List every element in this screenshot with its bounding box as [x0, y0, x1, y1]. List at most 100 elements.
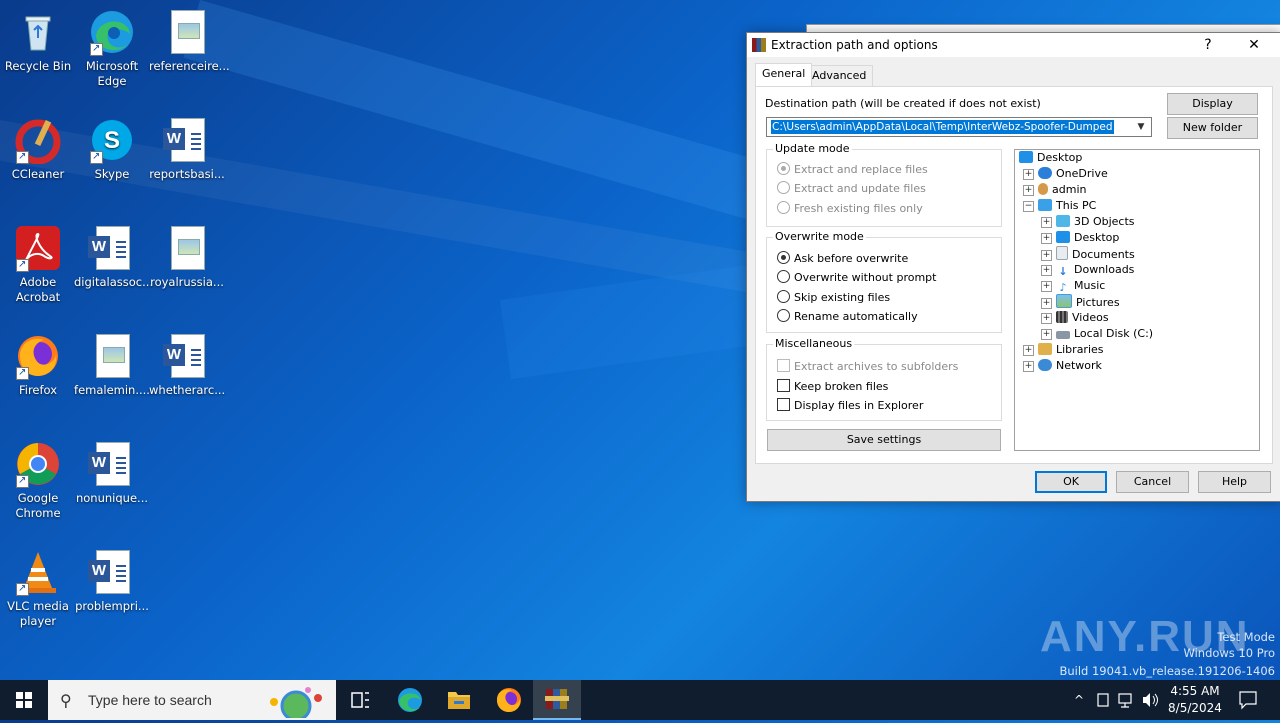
checkbox-icon: [777, 359, 790, 372]
desktop-icon-file[interactable]: royalrussia...: [149, 224, 225, 290]
ok-button[interactable]: OK: [1035, 471, 1107, 493]
tree-node-downloads[interactable]: + ↓ Downloads: [1041, 262, 1134, 278]
desktop-icon-file[interactable]: femalemin....: [74, 332, 150, 398]
tree-node-this-pc[interactable]: − This PC: [1023, 198, 1096, 214]
tree-node-network[interactable]: + Network: [1023, 358, 1102, 374]
shortcut-arrow-icon: [90, 41, 103, 56]
tree-node-desktop-pc[interactable]: + Desktop: [1041, 230, 1119, 246]
expand-icon[interactable]: +: [1041, 298, 1052, 309]
expand-icon[interactable]: +: [1041, 329, 1052, 340]
tab-advanced[interactable]: Advanced: [805, 65, 874, 87]
tab-general[interactable]: General: [755, 63, 813, 86]
desktop-icon-edge[interactable]: Microsoft Edge: [74, 8, 150, 89]
tree-node-pictures[interactable]: + Pictures: [1041, 294, 1120, 310]
expand-icon[interactable]: +: [1041, 233, 1052, 244]
network-icon[interactable]: [1116, 680, 1136, 720]
tree-node-admin[interactable]: + admin: [1023, 182, 1086, 198]
libraries-folder-icon: [1038, 343, 1052, 355]
cancel-button[interactable]: Cancel: [1116, 471, 1189, 493]
update-option-fresh[interactable]: Fresh existing files only: [777, 201, 923, 217]
tree-node-videos[interactable]: + Videos: [1041, 310, 1109, 326]
dialog-title: Extraction path and options: [771, 38, 938, 52]
collapse-icon[interactable]: −: [1023, 201, 1034, 212]
expand-icon[interactable]: +: [1023, 169, 1034, 180]
tray-overflow-chevron-icon[interactable]: ^: [1068, 680, 1090, 720]
user-icon: [1038, 183, 1048, 195]
tree-node-onedrive[interactable]: + OneDrive: [1023, 166, 1108, 182]
tree-node-desktop[interactable]: Desktop: [1019, 150, 1082, 166]
misc-option-subfolders[interactable]: Extract archives to subfolders: [777, 359, 958, 375]
expand-icon[interactable]: +: [1041, 281, 1052, 292]
display-button[interactable]: Display: [1167, 93, 1258, 115]
taskbar-firefox[interactable]: [485, 680, 533, 720]
misc-option-keep-broken[interactable]: Keep broken files: [777, 379, 888, 395]
desktop-icon-firefox[interactable]: Firefox: [0, 332, 76, 398]
close-button[interactable]: ✕: [1231, 33, 1277, 57]
taskbar-edge[interactable]: [386, 680, 434, 720]
destination-path-combo[interactable]: C:\Users\admin\AppData\Local\Temp\InterW…: [766, 117, 1152, 137]
overwrite-option-without-prompt[interactable]: Overwrite without prompt: [777, 270, 936, 286]
desktop-icon-recycle-bin[interactable]: Recycle Bin: [0, 8, 76, 74]
folder-tree[interactable]: Desktop + OneDrive + admin − This PC +3D Ob…: [1014, 149, 1260, 451]
start-button[interactable]: [0, 680, 48, 720]
shortcut-arrow-icon: [16, 149, 29, 164]
desktop-icon-file[interactable]: W reportsbasi...: [149, 116, 225, 182]
radio-icon: [777, 270, 790, 283]
tray-device-icon[interactable]: [1094, 680, 1112, 720]
taskbar-winrar[interactable]: [533, 680, 581, 720]
word-document-icon: W: [88, 224, 136, 272]
overwrite-option-skip[interactable]: Skip existing files: [777, 290, 890, 306]
option-label: Display files in Explorer: [794, 399, 924, 412]
desktop-icon-acrobat[interactable]: Adobe Acrobat: [0, 224, 76, 305]
word-document-icon: W: [88, 440, 136, 488]
option-label: Extract and replace files: [794, 163, 928, 176]
option-label: Overwrite without prompt: [794, 271, 937, 284]
tree-node-3d-objects[interactable]: +3D Objects: [1041, 214, 1135, 230]
network-icon: [1038, 359, 1052, 371]
expand-icon[interactable]: +: [1041, 265, 1052, 276]
tree-node-label: Desktop: [1074, 231, 1120, 244]
help-button[interactable]: Help: [1198, 471, 1271, 493]
expand-icon[interactable]: +: [1041, 217, 1052, 228]
help-title-button[interactable]: ?: [1185, 33, 1231, 57]
desktop-icon-chrome[interactable]: Google Chrome: [0, 440, 76, 521]
shortcut-arrow-icon: [16, 473, 29, 488]
tree-node-libraries[interactable]: + Libraries: [1023, 342, 1104, 358]
option-label: Rename automatically: [794, 310, 918, 323]
desktop-icon-file[interactable]: referenceire...: [149, 8, 230, 74]
expand-icon[interactable]: +: [1023, 185, 1034, 196]
tree-node-label: Local Disk (C:): [1074, 327, 1154, 340]
desktop-icon-label: problempri...: [75, 599, 149, 613]
desktop-icon-ccleaner[interactable]: CCleaner: [0, 116, 76, 182]
expand-icon[interactable]: +: [1023, 361, 1034, 372]
desktop-icon-file[interactable]: W digitalassoc...: [74, 224, 153, 290]
expand-icon[interactable]: +: [1023, 345, 1034, 356]
volume-icon[interactable]: [1140, 680, 1160, 720]
overwrite-option-ask[interactable]: Ask before overwrite: [777, 251, 908, 267]
tree-node-music[interactable]: + ♪ Music: [1041, 278, 1105, 294]
desktop-icon-vlc[interactable]: VLC media player: [0, 548, 76, 629]
tree-node-documents[interactable]: + Documents: [1041, 246, 1135, 262]
dialog-titlebar[interactable]: Extraction path and options ? ✕: [747, 33, 1280, 57]
new-folder-button[interactable]: New folder: [1167, 117, 1258, 139]
task-view-button[interactable]: [336, 680, 384, 720]
notifications-icon[interactable]: [1234, 680, 1262, 720]
desktop-icon-file[interactable]: W problempri...: [74, 548, 150, 614]
taskbar-search[interactable]: ⚲ Type here to search: [48, 680, 336, 720]
chevron-down-icon[interactable]: ▼: [1133, 118, 1149, 136]
image-file-icon: [163, 224, 211, 272]
update-option-update[interactable]: Extract and update files: [777, 181, 926, 197]
overwrite-option-rename[interactable]: Rename automatically: [777, 309, 918, 325]
taskbar-clock[interactable]: 4:55 AM 8/5/2024: [1160, 683, 1230, 717]
expand-icon[interactable]: +: [1041, 250, 1052, 261]
desktop-icon-file[interactable]: W nonunique...: [74, 440, 150, 506]
save-settings-button[interactable]: Save settings: [767, 429, 1001, 451]
desktop-icon-file[interactable]: W whetherarc...: [149, 332, 225, 398]
desktop-icon-skype[interactable]: S Skype: [74, 116, 150, 182]
taskbar-file-explorer[interactable]: [435, 680, 483, 720]
update-option-replace[interactable]: Extract and replace files: [777, 162, 928, 178]
search-highlight-illustration-icon: [270, 687, 322, 718]
expand-icon[interactable]: +: [1041, 313, 1052, 324]
tree-node-local-disk[interactable]: + Local Disk (C:): [1041, 326, 1153, 342]
misc-option-display-explorer[interactable]: Display files in Explorer: [777, 398, 923, 414]
